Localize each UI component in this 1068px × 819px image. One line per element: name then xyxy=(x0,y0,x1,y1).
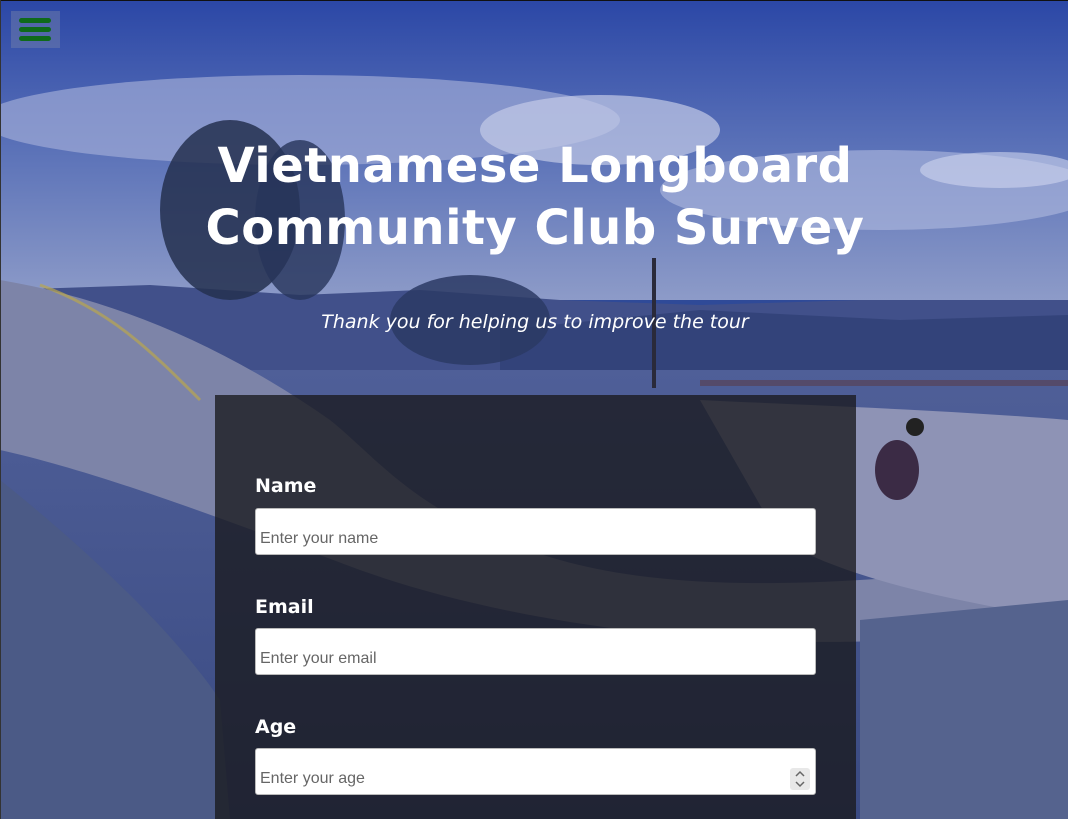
page-description: Thank you for helping us to improve the … xyxy=(321,311,749,333)
age-input[interactable] xyxy=(255,748,816,795)
page-title: Vietnamese Longboard Community Club Surv… xyxy=(205,138,865,256)
menu-bar-top xyxy=(19,18,51,23)
menu-bar-middle xyxy=(19,27,51,32)
menu-bar-bottom xyxy=(19,36,51,41)
age-field-wrapper xyxy=(255,748,816,795)
age-label: Age xyxy=(255,716,297,738)
hamburger-menu-icon[interactable] xyxy=(11,11,60,48)
email-input[interactable] xyxy=(255,628,816,675)
name-input[interactable] xyxy=(255,508,816,555)
window-left-border xyxy=(0,0,1,819)
email-label: Email xyxy=(255,596,314,618)
survey-form: Name Email Age xyxy=(215,395,856,819)
name-label: Name xyxy=(255,475,317,497)
window-top-border xyxy=(0,0,1068,1)
